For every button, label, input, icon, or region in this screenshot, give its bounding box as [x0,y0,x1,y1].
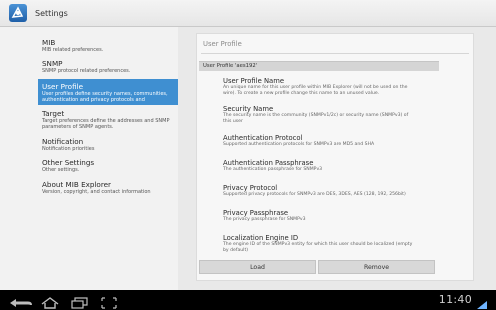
pref-title: Privacy Passphrase [223,209,289,217]
pref-title: Authentication Passphrase [223,159,314,167]
pref-localization-engine-id[interactable]: Localization Engine ID The engine ID of … [223,234,443,253]
divider [201,53,469,54]
button-row: Load Remove [199,260,435,274]
sidebar-item-title: SNMP [42,59,63,68]
load-button[interactable]: Load [199,260,316,274]
pref-privacy-protocol[interactable]: Privacy Protocol Supported privacy proto… [223,184,443,198]
pref-title: Localization Engine ID [223,234,299,242]
sidebar-item-notification[interactable]: Notification Notification priorities [38,137,178,152]
section-header: User Profile 'aes192' [199,61,439,71]
preference-pane: User Profile User Profile 'aes192' User … [178,27,496,290]
sidebar-item-summary: Version, copyright, and contact informat… [42,189,151,195]
sidebar-item-title: Notification [42,137,84,146]
pref-summary: The engine ID of the SNMPv3 entity for w… [223,242,413,247]
sidebar-item-title: Target [42,109,65,118]
pref-summary: wire). To create a new profile change th… [223,90,380,96]
pref-authentication-passphrase[interactable]: Authentication Passphrase The authentica… [223,159,443,173]
pref-summary: Supported authentication protocols for S… [223,142,375,147]
sidebar-item-user-profile[interactable]: User Profile User profiles define securi… [38,79,178,105]
sidebar-item-target[interactable]: Target Target preferences define the add… [38,109,178,130]
pref-title: Privacy Protocol [223,184,278,192]
sidebar-item-title: MIB [42,38,56,47]
pref-title: User Profile Name [223,77,284,85]
sidebar-item-snmp[interactable]: SNMP SNMP protocol related preferences. [38,59,178,74]
sidebar-item-title: About MIB Explorer [42,180,111,189]
home-icon[interactable] [40,294,60,310]
pref-security-name[interactable]: Security Name The security name is the c… [223,105,443,124]
sidebar-item-mib[interactable]: MIB MIB related preferences. [38,38,178,53]
pref-summary: this user [223,118,243,124]
pref-user-profile-name[interactable]: User Profile Name An unique name for thi… [223,77,443,96]
app-icon[interactable] [9,4,27,22]
pref-summary: Supported privacy protocols for SNMPv3 a… [223,192,406,197]
sidebar-item-about[interactable]: About MIB Explorer Version, copyright, a… [38,180,178,195]
remove-button[interactable]: Remove [318,260,435,274]
recent-apps-icon[interactable] [70,294,90,310]
pref-summary: by default) [223,247,249,253]
pref-privacy-passphrase[interactable]: Privacy Passphrase The privacy passphras… [223,209,443,223]
back-icon[interactable] [8,294,34,310]
panel-title: User Profile [203,40,242,48]
sidebar-item-summary: Notification priorities [42,146,95,152]
sidebar-item-summary: MIB related preferences. [42,47,104,53]
section-header-label: User Profile 'aes192' [203,63,258,69]
sidebar-item-summary: SNMP protocol related preferences. [42,68,131,74]
action-bar: Settings [0,0,496,27]
sidebar-item-summary: authentication and privacy protocols and [42,97,145,103]
sidebar-item-summary: parameters of SNMP agents. [42,124,114,130]
pref-authentication-protocol[interactable]: Authentication Protocol Supported authen… [223,134,443,148]
app-title: Settings [35,8,68,18]
pref-title: Authentication Protocol [223,134,303,142]
clock: 11:40 [438,293,472,306]
settings-sidebar: MIB MIB related preferences. SNMP SNMP p… [0,27,178,290]
sidebar-item-title: User Profile [42,82,84,91]
pref-summary: The privacy passphrase for SNMPv3 [223,217,306,222]
sidebar-item-summary: Other settings. [42,167,80,173]
screenshot-icon[interactable] [100,294,118,310]
sidebar-item-title: Other Settings [42,158,95,167]
pref-summary: The authentication passphrase for SNMPv3 [223,167,323,172]
pref-title: Security Name [223,105,274,113]
sidebar-item-other-settings[interactable]: Other Settings Other settings. [38,158,178,173]
system-bar: 11:40 [0,290,496,310]
signal-icon [476,295,488,310]
